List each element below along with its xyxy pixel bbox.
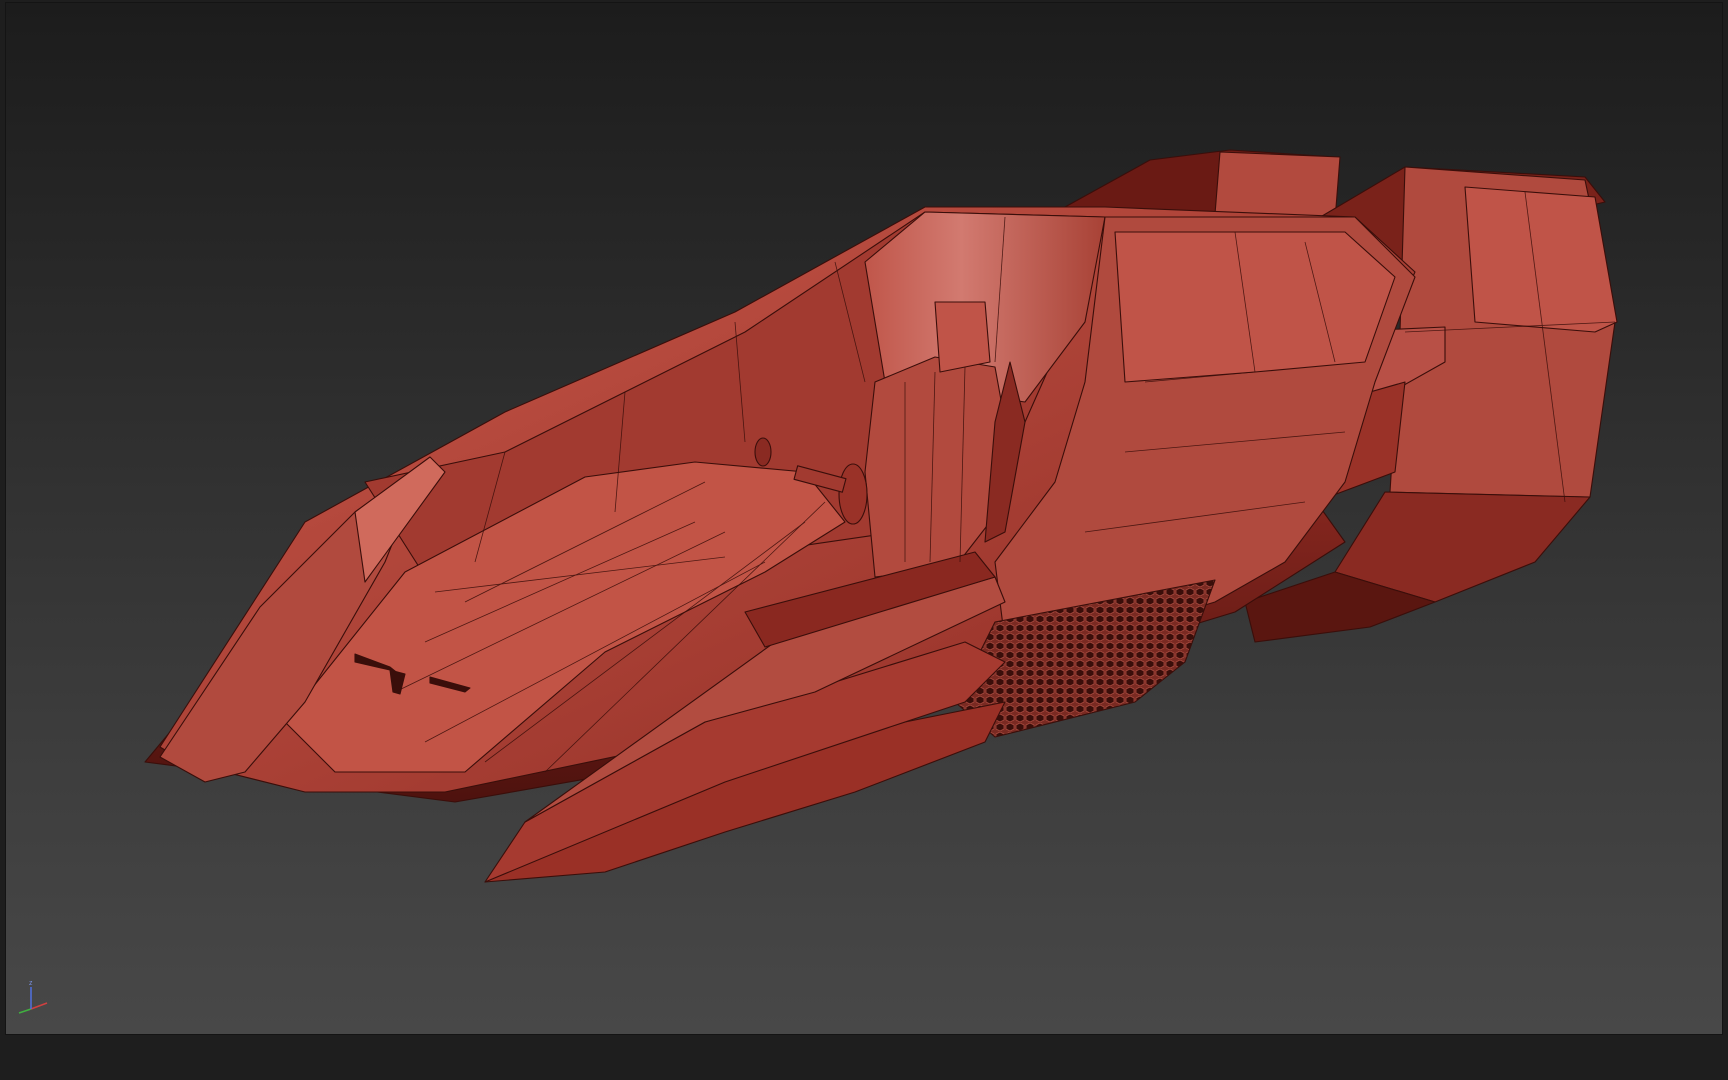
axis-gizmo: z	[18, 980, 48, 1014]
y-axis-line	[18, 1008, 32, 1014]
z-axis-label: z	[29, 980, 33, 987]
3d-viewport[interactable]: z	[5, 2, 1723, 1035]
steering-wheel-left	[754, 437, 772, 467]
steering-wheel-right	[838, 463, 868, 525]
app-window: z	[0, 0, 1728, 1080]
bottom-strip	[0, 1035, 1728, 1080]
x-axis-line	[30, 1002, 48, 1010]
hovercraft-wireframe-model[interactable]	[5, 2, 1723, 1035]
